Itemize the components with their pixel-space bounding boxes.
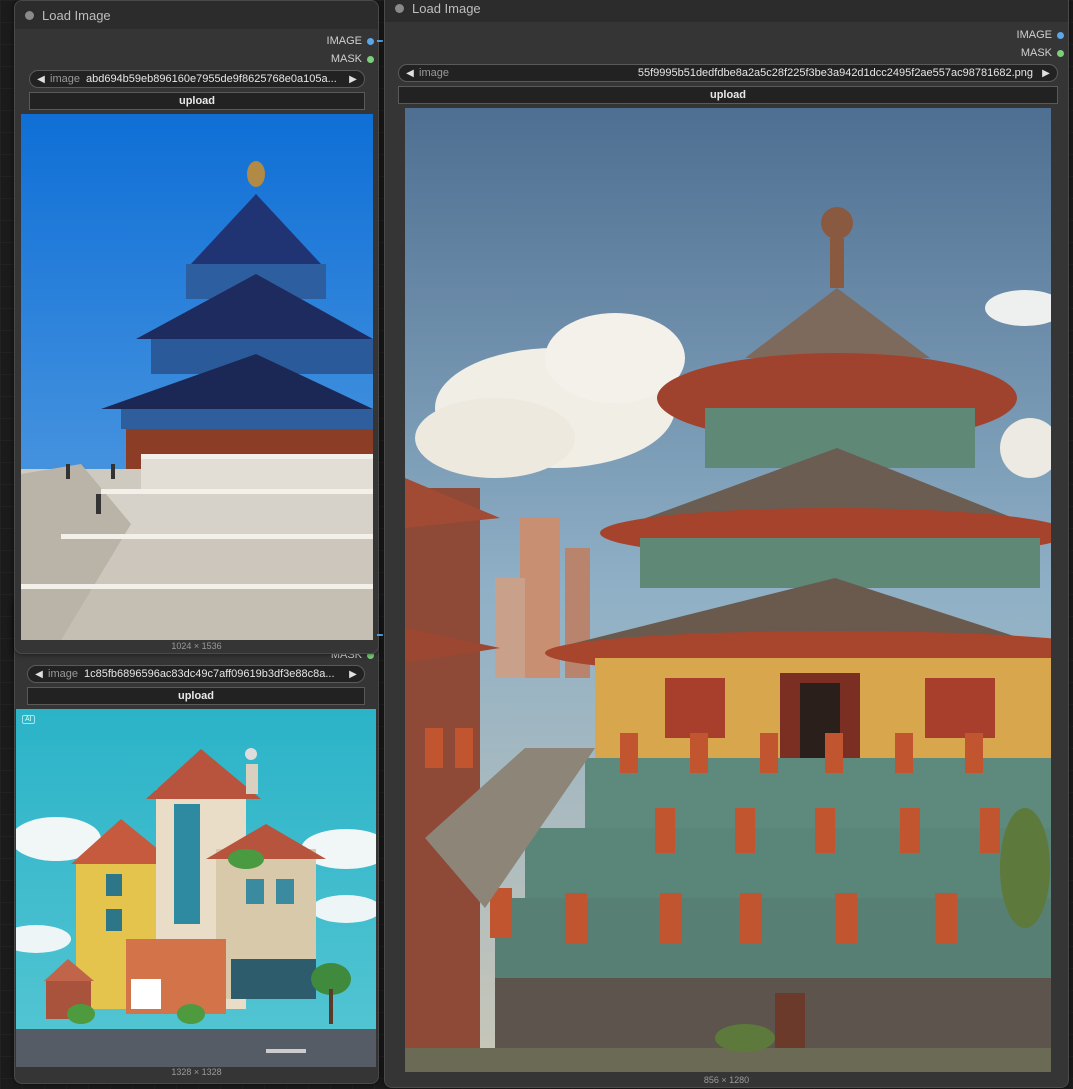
output-mask-3[interactable]: MASK [1021, 45, 1064, 61]
image-select-combo-2[interactable]: ◀ image 1c85fb6896596ac83dc49c7aff09619b… [27, 665, 365, 683]
image-slot-icon[interactable] [1057, 31, 1064, 39]
load-image-node-3[interactable]: Load Image IMAGE MASK ◀ image 55f9995b51… [384, 0, 1069, 1088]
load-image-node-1[interactable]: Load Image IMAGE MASK ◀ image abd694b59e… [14, 0, 379, 654]
collapse-dot-icon[interactable] [25, 10, 34, 20]
arrow-right-icon[interactable]: ▶ [348, 74, 358, 85]
node-header[interactable]: Load Image [15, 1, 378, 29]
link-wire [377, 40, 383, 42]
image-filename: 55f9995b51dedfdbe8a2a5c28f225f3be3a942d1… [637, 67, 1033, 79]
image-slot-icon[interactable] [367, 37, 374, 45]
node-header[interactable]: Load Image [385, 0, 1068, 22]
image-select-combo-3[interactable]: ◀ image 55f9995b51dedfdbe8a2a5c28f225f3b… [398, 64, 1058, 82]
node-title: Load Image [42, 7, 111, 23]
image-dimensions: 856 × 1280 [703, 1075, 750, 1085]
image-dimensions: 1024 × 1536 [171, 641, 222, 651]
arrow-right-icon[interactable]: ▶ [1041, 68, 1051, 79]
arrow-right-icon[interactable]: ▶ [348, 669, 358, 680]
image-select-combo-1[interactable]: ◀ image abd694b59eb896160e7955de9f862576… [29, 70, 365, 88]
image-dimensions: 1328 × 1328 [171, 1067, 222, 1077]
temple-photo [21, 114, 373, 640]
arrow-left-icon[interactable]: ◀ [405, 68, 415, 79]
image-preview-house: AI [16, 709, 376, 1067]
image-filename: 1c85fb6896596ac83dc49c7aff09619b3df3e88c… [83, 668, 335, 680]
mask-slot-icon[interactable] [367, 55, 374, 63]
image-preview-temple-photo [21, 114, 373, 640]
upload-button-1[interactable]: upload [29, 92, 365, 110]
arrow-left-icon[interactable]: ◀ [36, 74, 46, 85]
temple-illustration [405, 108, 1051, 1072]
node-title: Load Image [412, 0, 481, 16]
upload-button-2[interactable]: upload [27, 687, 365, 705]
load-image-node-2[interactable]: MASK ◀ image 1c85fb6896596ac83dc49c7aff0… [14, 600, 379, 1084]
output-image-1[interactable]: IMAGE [327, 33, 374, 49]
upload-button-3[interactable]: upload [398, 86, 1058, 104]
image-filename: abd694b59eb896160e7955de9f8625768e0a105a… [85, 73, 337, 85]
mask-slot-icon[interactable] [1057, 49, 1064, 57]
ai-badge: AI [22, 715, 35, 724]
collapse-dot-icon[interactable] [395, 3, 404, 13]
image-preview-temple-illustration [405, 108, 1051, 1072]
output-image-3[interactable]: IMAGE [1017, 27, 1064, 43]
house-illustration [16, 709, 376, 1067]
link-wire [377, 634, 383, 636]
arrow-left-icon[interactable]: ◀ [34, 669, 44, 680]
output-mask-1[interactable]: MASK [331, 51, 374, 67]
